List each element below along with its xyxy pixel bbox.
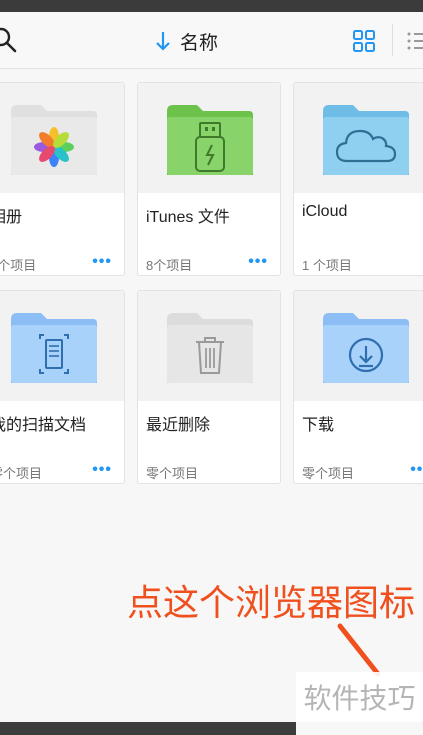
folder-name: 最近删除 [146, 417, 211, 434]
folder-item-count: 8个项目 [146, 258, 193, 273]
folder-card-icloud[interactable]: iCloud 1 个项目 [293, 82, 423, 276]
folder-thumbnail [294, 83, 423, 193]
folder-card-scanned-documents[interactable]: 我的扫描文档 零个项目 ••• [0, 290, 125, 484]
folder-name: 我的扫描文档 [0, 417, 87, 434]
usb-icon [167, 105, 253, 175]
folder-item-count: 零个项目 [0, 466, 43, 481]
folder-item-count: 零个项目 [146, 466, 199, 481]
more-options-button[interactable]: ••• [410, 461, 423, 479]
status-bar [0, 0, 423, 12]
more-options-button[interactable]: ••• [248, 253, 268, 271]
folder-thumbnail [0, 83, 124, 193]
grid-view-icon[interactable] [352, 29, 376, 53]
folder-name: iTunes 文件 [146, 209, 230, 226]
folder-card-photos[interactable]: 相册 5个项目 ••• [0, 82, 125, 276]
folder-item-count: 1 个项目 [302, 258, 352, 273]
bottom-toolbar [0, 722, 296, 735]
folder-card-itunes[interactable]: iTunes 文件 8个项目 ••• [137, 82, 281, 276]
more-options-button[interactable]: ••• [92, 461, 112, 479]
sort-control[interactable]: 名称 [156, 28, 218, 54]
folder-name: 下载 [302, 417, 335, 434]
folder-card-downloads[interactable]: 下载 零个项目 ••• [293, 290, 423, 484]
search-icon[interactable] [0, 26, 18, 54]
instruction-annotation: 点这个浏览器图标 [127, 582, 416, 623]
folder-card-recently-deleted[interactable]: 最近删除 零个项目 [137, 290, 281, 484]
folder-thumbnail [138, 291, 280, 401]
toolbar: 名称 [0, 12, 423, 69]
pointer-arrow-icon [337, 623, 381, 677]
folder-item-count: 零个项目 [302, 466, 355, 481]
download-icon [323, 313, 409, 383]
folder-name: iCloud [302, 203, 348, 220]
photos-icon [11, 105, 97, 175]
sort-label: 名称 [180, 32, 219, 54]
trash-icon [167, 313, 253, 383]
folder-name: 相册 [0, 209, 23, 226]
folder-item-count: 5个项目 [0, 258, 37, 273]
scan-document-icon [11, 313, 97, 383]
folder-thumbnail [0, 291, 124, 401]
arrow-down-icon [156, 32, 170, 51]
toolbar-divider [392, 24, 393, 56]
watermark: 软件技巧 [296, 672, 423, 722]
list-view-icon[interactable] [406, 30, 423, 52]
folder-thumbnail [138, 83, 280, 193]
cloud-icon [323, 105, 409, 175]
folder-thumbnail [294, 291, 423, 401]
more-options-button[interactable]: ••• [92, 253, 112, 271]
